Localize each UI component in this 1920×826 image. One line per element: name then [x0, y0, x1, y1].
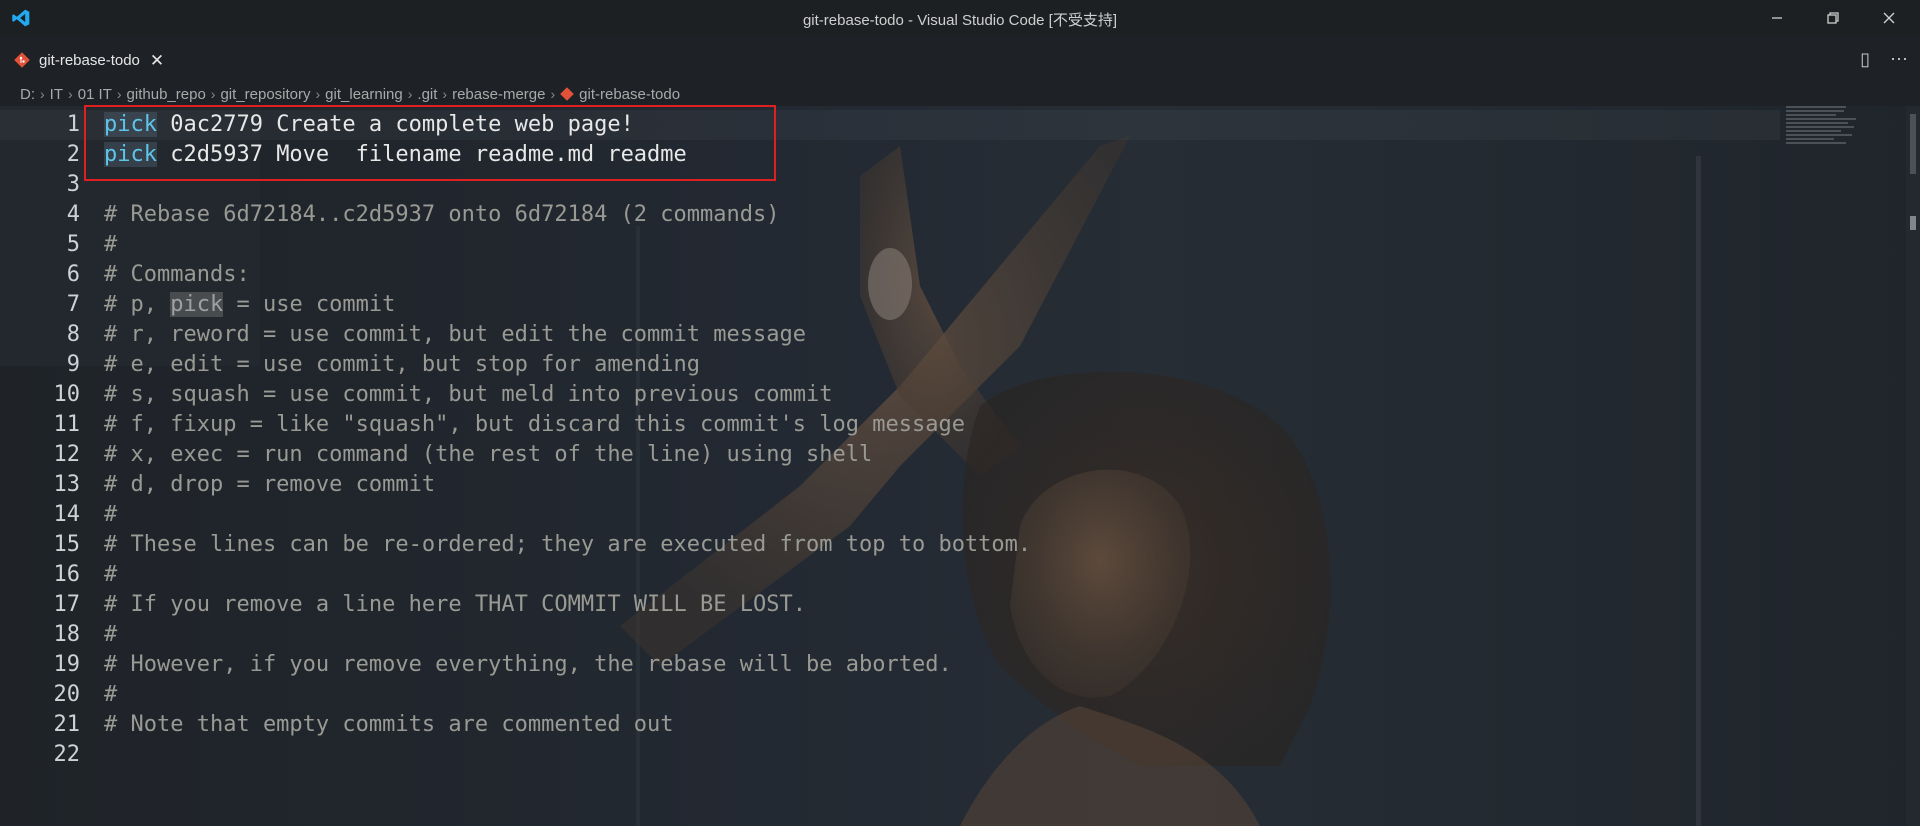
line-number: 15 — [53, 532, 81, 557]
scrollbar-marker — [1910, 216, 1916, 230]
breadcrumb-item[interactable]: git_learning — [325, 86, 403, 103]
line-number: 3 — [66, 172, 80, 197]
chevron-right-icon: › — [442, 86, 448, 102]
comment-line[interactable]: # p, pick = use commit — [104, 290, 1031, 320]
comment-line[interactable]: # — [104, 500, 1031, 530]
restore-button[interactable] — [1810, 0, 1856, 36]
minimize-button[interactable] — [1754, 0, 1800, 36]
chevron-right-icon: › — [550, 86, 556, 102]
tab-label: git-rebase-todo — [39, 51, 140, 69]
line-number: 10 — [53, 382, 81, 407]
line-number: 2 — [66, 142, 80, 167]
code-content[interactable]: pick 0ac2779 Create a complete web page!… — [104, 110, 1031, 770]
comment-line[interactable]: # f, fixup = like "squash", but discard … — [104, 410, 1031, 440]
vertical-scrollbar[interactable] — [1906, 106, 1920, 826]
comment-line[interactable]: # — [104, 560, 1031, 590]
minimap-line — [1786, 114, 1836, 116]
breadcrumb-item[interactable]: rebase-merge — [452, 86, 545, 103]
line-number: 16 — [53, 562, 81, 587]
comment-line[interactable]: # However, if you remove everything, the… — [104, 650, 1031, 680]
code-text: # p, — [104, 292, 171, 317]
word-highlight: pick — [170, 292, 224, 317]
tab-git-rebase-todo[interactable]: git-rebase-todo ✕ — [0, 36, 186, 83]
comment-line[interactable]: # r, reword = use commit, but edit the c… — [104, 320, 1031, 350]
minimap-line — [1786, 110, 1844, 112]
highlight-annotation-box — [84, 105, 776, 181]
breadcrumb-item[interactable]: IT — [50, 86, 63, 103]
breadcrumb-item[interactable]: github_repo — [127, 86, 206, 103]
comment-line[interactable]: # If you remove a line here THAT COMMIT … — [104, 590, 1031, 620]
minimap-line — [1786, 106, 1846, 108]
minimap-line — [1786, 122, 1848, 124]
minimap-line — [1786, 130, 1841, 132]
more-actions-icon[interactable]: ⋯ — [1890, 49, 1908, 70]
line-number: 13 — [53, 472, 81, 497]
comment-line[interactable]: # — [104, 230, 1031, 260]
breadcrumb: D: › IT › 01 IT › github_repo › git_repo… — [0, 82, 1920, 106]
line-number: 11 — [53, 412, 81, 437]
comment-line[interactable]: # Commands: — [104, 260, 1031, 290]
git-file-icon — [560, 87, 574, 101]
minimap-line — [1786, 126, 1854, 128]
line-number: 8 — [66, 322, 80, 347]
close-window-button[interactable] — [1866, 0, 1912, 36]
line-number: 4 — [66, 202, 80, 227]
line-number: 6 — [66, 262, 80, 287]
breadcrumb-item[interactable]: D: — [20, 86, 35, 103]
line-number: 20 — [53, 682, 81, 707]
editor-area[interactable]: 1 2 3 4 5 6 7 8 9 10 11 12 13 14 15 16 1… — [0, 106, 1920, 826]
comment-line[interactable]: # These lines can be re-ordered; they ar… — [104, 530, 1031, 560]
minimap-line — [1786, 142, 1846, 144]
line-number-gutter: 1 2 3 4 5 6 7 8 9 10 11 12 13 14 15 16 1… — [0, 110, 81, 770]
line-number: 17 — [53, 592, 81, 617]
comment-line[interactable]: # d, drop = remove commit — [104, 470, 1031, 500]
restore-icon — [1827, 12, 1839, 24]
minimize-icon — [1772, 17, 1782, 19]
comment-line[interactable]: # Rebase 6d72184..c2d5937 onto 6d72184 (… — [104, 200, 1031, 230]
git-file-icon — [14, 52, 30, 68]
split-editor-icon[interactable]: ▯ — [1860, 49, 1870, 70]
line-number: 12 — [53, 442, 81, 467]
scrollbar-thumb[interactable] — [1910, 114, 1916, 174]
comment-line[interactable]: # — [104, 680, 1031, 710]
minimap-line — [1786, 118, 1856, 120]
chevron-right-icon: › — [407, 86, 413, 102]
line-number: 5 — [66, 232, 80, 257]
comment-line[interactable]: # e, edit = use commit, but stop for ame… — [104, 350, 1031, 380]
close-icon — [1883, 12, 1895, 24]
code-text: = use commit — [223, 292, 396, 317]
line-number: 19 — [53, 652, 81, 677]
chevron-right-icon: › — [68, 86, 73, 102]
tab-close-icon[interactable]: ✕ — [150, 52, 164, 69]
tab-bar: git-rebase-todo ✕ ▯ ⋯ — [0, 36, 1920, 83]
line-number: 22 — [53, 742, 81, 767]
vscode-logo-icon[interactable] — [10, 8, 32, 28]
breadcrumb-item[interactable]: 01 IT — [78, 86, 112, 103]
minimap-line — [1786, 138, 1834, 140]
title-bar: git-rebase-todo - Visual Studio Code [不受… — [0, 0, 1920, 36]
line-number: 18 — [53, 622, 81, 647]
line-number: 1 — [66, 112, 80, 137]
line-number: 7 — [66, 292, 80, 317]
line-number: 14 — [53, 502, 81, 527]
comment-line[interactable]: # — [104, 620, 1031, 650]
breadcrumb-item[interactable]: .git — [417, 86, 437, 103]
line-number: 21 — [53, 712, 81, 737]
editor-actions: ▯ ⋯ — [1860, 36, 1908, 82]
comment-line[interactable]: # x, exec = run command (the rest of the… — [104, 440, 1031, 470]
minimap[interactable] — [1786, 106, 1906, 166]
breadcrumb-item[interactable]: git-rebase-todo — [579, 86, 680, 103]
chevron-right-icon: › — [40, 86, 45, 102]
window-title: git-rebase-todo - Visual Studio Code [不受… — [802, 12, 1118, 29]
chevron-right-icon: › — [315, 86, 321, 102]
line-number: 9 — [66, 352, 80, 377]
minimap-line — [1786, 134, 1852, 136]
comment-line[interactable]: # Note that empty commits are commented … — [104, 710, 1031, 740]
breadcrumb-item[interactable]: git_repository — [220, 86, 310, 103]
code-line[interactable] — [104, 740, 1031, 770]
chevron-right-icon: › — [116, 86, 122, 102]
chevron-right-icon: › — [210, 86, 216, 102]
comment-line[interactable]: # s, squash = use commit, but meld into … — [104, 380, 1031, 410]
